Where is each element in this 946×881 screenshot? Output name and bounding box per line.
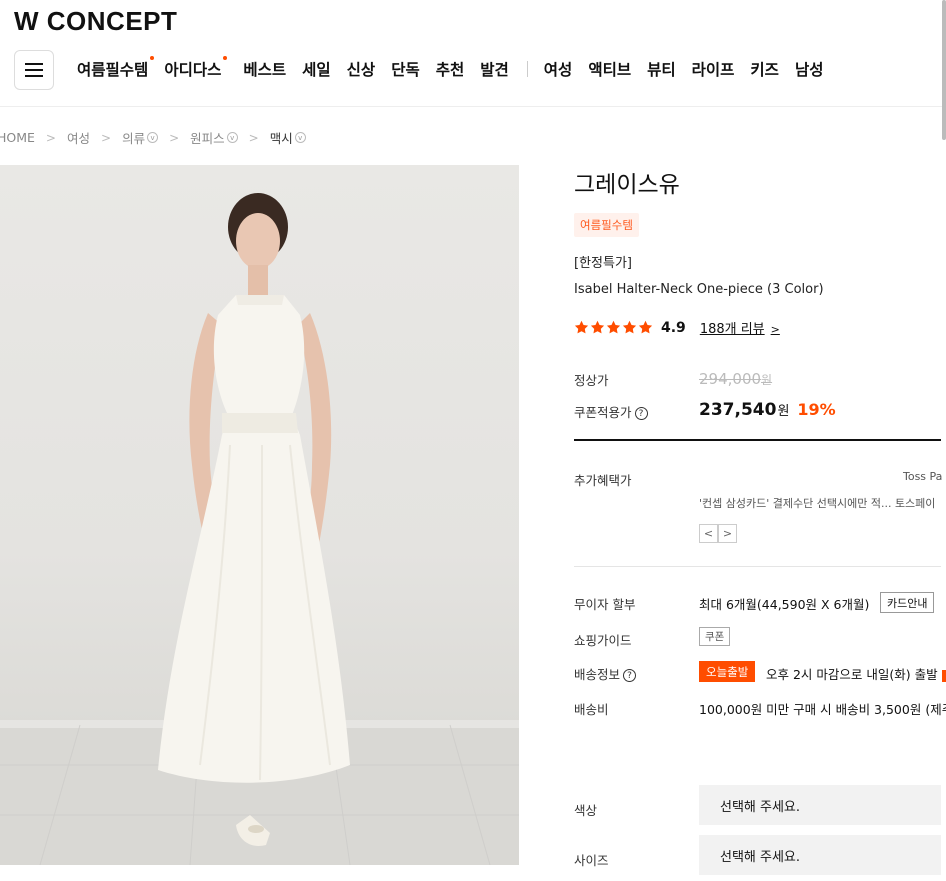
star-icon [606, 320, 621, 334]
logo[interactable]: W CONCEPT [14, 6, 177, 37]
chevron-down-icon: v [147, 132, 159, 143]
coupon-price: 237,540 원 19% [699, 400, 836, 420]
breadcrumb-clothing[interactable]: 의류 v [122, 128, 159, 147]
benefit-divider [574, 566, 941, 567]
chevron-right-icon: > [770, 323, 780, 336]
nav-divider [526, 61, 528, 77]
size-select[interactable]: 선택해 주세요. [699, 835, 941, 875]
rating-value: 4.9 [661, 319, 686, 336]
header-divider [0, 106, 946, 107]
coupon-price-label: 쿠폰적용가? [574, 402, 648, 421]
nav-item-new[interactable]: 신상 [347, 58, 376, 80]
main-nav: 여름필수템 아디다스 베스트 세일 신상 단독 추천 발견 여성 액티브 뷰티 … [77, 56, 839, 80]
benefit-description: '컨셉 삼성카드' 결제수단 선택시에만 적... 토스페이 [699, 497, 936, 510]
nav-item-women[interactable]: 여성 [544, 58, 573, 80]
nav-item-exclusive[interactable]: 단독 [391, 58, 420, 80]
discount-rate: 19% [797, 400, 836, 419]
chevron-down-icon: v [294, 132, 306, 143]
hamburger-menu-button[interactable] [14, 50, 54, 90]
nav-item-summer[interactable]: 여름필수템 [77, 56, 155, 80]
nav-item-adidas[interactable]: 아디다스 [164, 56, 228, 80]
chevron-right-icon: > [169, 130, 180, 145]
nav-item-life[interactable]: 라이프 [692, 58, 735, 80]
chevron-right-icon: > [45, 130, 56, 145]
benefit-label: 추가혜택가 [574, 473, 632, 488]
color-label: 색상 [574, 803, 598, 818]
star-icon [638, 320, 653, 334]
nav-item-best[interactable]: 베스트 [243, 58, 286, 80]
prev-button[interactable]: < [699, 524, 718, 543]
star-icon [622, 320, 637, 334]
nav-item-sale[interactable]: 세일 [302, 58, 331, 80]
star-icon [574, 320, 589, 334]
breadcrumb-home[interactable]: HOME [0, 130, 35, 145]
nav-item-discover[interactable]: 발견 [480, 58, 509, 80]
breadcrumb-onepiece[interactable]: 원피스 v [190, 128, 238, 147]
new-dot-icon [223, 56, 228, 60]
new-dot-icon [150, 56, 155, 60]
chevron-down-icon: v [226, 132, 238, 143]
benefit-pager: < > [699, 524, 737, 543]
promo-text: [한정특가] [574, 256, 632, 271]
regular-price: 294,000원 [699, 370, 773, 388]
rating-stars [574, 320, 653, 335]
help-icon[interactable]: ? [623, 669, 637, 682]
benefit-tab-toss[interactable]: Toss Pa [903, 470, 942, 483]
card-info-button[interactable]: 카드안내 [880, 592, 935, 613]
product-name: Isabel Halter-Neck One-piece (3 Color) [574, 282, 824, 297]
chevron-right-icon: > [248, 130, 259, 145]
shopping-guide-label: 쇼핑가이드 [574, 633, 632, 648]
coupon-badge[interactable]: 쿠폰 [699, 627, 731, 646]
brand-name[interactable]: 그레이스유 [574, 165, 680, 199]
model-illustration [0, 193, 519, 865]
shipping-fee-value: 100,000원 미만 구매 시 배송비 3,500원 (제주 [699, 702, 946, 717]
today-shipping-badge: 오늘출발 [699, 661, 756, 682]
installment-value: 최대 6개월(44,590원 X 6개월) [699, 597, 870, 612]
shipping-info-label: 배송정보? [574, 664, 637, 683]
product-image[interactable] [0, 165, 519, 865]
breadcrumb: HOME > 여성 > 의류 v > 원피스 v > 맥시 v [0, 128, 306, 147]
reviews-link[interactable]: 188개 리뷰 > [700, 318, 780, 337]
nav-item-beauty[interactable]: 뷰티 [647, 58, 676, 80]
installment-label: 무이자 할부 [574, 597, 636, 612]
shipping-text: 오후 2시 마감으로 내일(화) 출발 [766, 664, 946, 683]
shipping-fee-label: 배송비 [574, 702, 609, 717]
breadcrumb-women[interactable]: 여성 [67, 128, 90, 147]
hamburger-icon [25, 63, 43, 65]
star-icon [590, 320, 605, 334]
breadcrumb-maxi[interactable]: 맥시 v [270, 128, 306, 147]
rating: 4.9 188개 리뷰 > [574, 318, 780, 337]
next-button[interactable]: > [718, 524, 737, 543]
regular-price-label: 정상가 [574, 373, 609, 388]
scrollbar[interactable] [942, 0, 946, 140]
chevron-left-icon: < [703, 527, 714, 540]
help-icon[interactable]: ? [634, 407, 648, 420]
promo-tag: 여름필수템 [574, 213, 639, 237]
color-select[interactable]: 선택해 주세요. [699, 785, 941, 825]
chevron-right-icon: > [101, 130, 112, 145]
chevron-right-icon: > [722, 527, 733, 540]
nav-item-kids[interactable]: 키즈 [750, 58, 779, 80]
nav-item-active[interactable]: 액티브 [588, 58, 631, 80]
nav-item-men[interactable]: 남성 [795, 58, 824, 80]
price-divider [574, 439, 941, 441]
size-label: 사이즈 [574, 853, 609, 868]
nav-item-recommend[interactable]: 추천 [436, 58, 465, 80]
